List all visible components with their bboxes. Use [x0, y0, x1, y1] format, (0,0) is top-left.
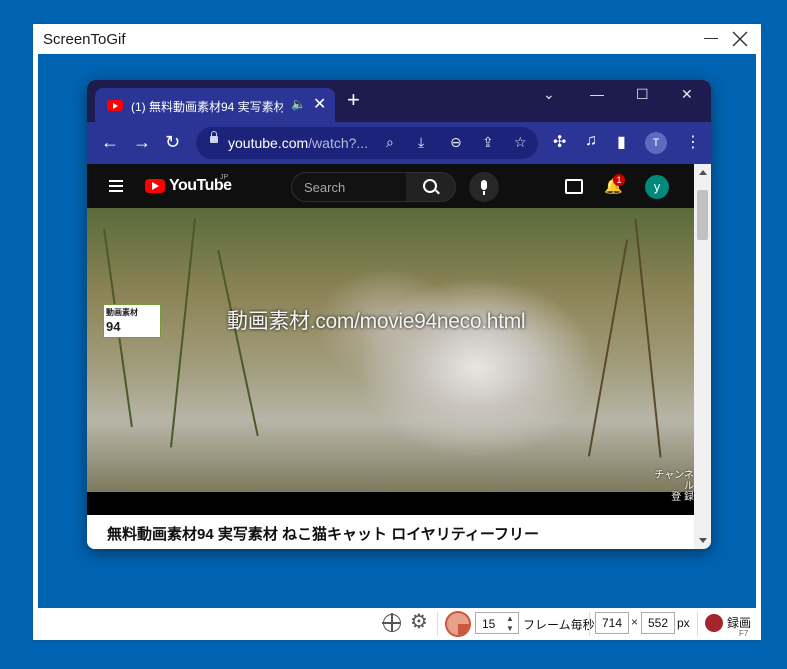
search-button[interactable]: [406, 172, 456, 202]
control-bar: ⚙ 15 ▲ ▼ フレーム毎秒 714 × 552 px 録画 F7: [33, 608, 761, 640]
search-input[interactable]: Search: [291, 172, 408, 202]
video-caption: 動画素材.com/movie94neco.html: [227, 310, 526, 333]
video-info: 無料動画素材94 実写素材 ねこ猫キャット ロイヤリティーフリー: [87, 515, 694, 549]
url-host: youtube.com: [228, 135, 309, 151]
search-placeholder: Search: [304, 180, 346, 195]
recording-area: (1) 無料動画素材94 実写素材 ねこ猫キャット ロイヤリティーフリー 🔈 ✕…: [38, 54, 756, 608]
spin-up-icon[interactable]: ▲: [506, 614, 514, 623]
fps-stepper[interactable]: 15 ▲ ▼: [475, 612, 519, 634]
bookmark-star-icon[interactable]: ☆: [514, 134, 527, 151]
youtube-logo-icon[interactable]: [145, 179, 165, 193]
profile-avatar[interactable]: T: [645, 132, 667, 154]
title-bar: ScreenToGif: [33, 24, 761, 54]
tab-search-icon[interactable]: ⌄: [543, 86, 555, 103]
scroll-up-icon[interactable]: [699, 170, 707, 175]
user-avatar[interactable]: y: [645, 175, 669, 199]
separator: [589, 612, 590, 636]
page-scrollbar[interactable]: [694, 164, 711, 549]
url-path: /watch?...: [308, 135, 369, 151]
video-frame: 動画素材 94 動画素材.com/movie94neco.html チャンネル …: [87, 208, 694, 503]
tab-title: (1) 無料動画素材94 実写素材 ねこ猫キャット ロイヤリティーフリー: [131, 100, 283, 114]
tab-close-icon[interactable]: ✕: [313, 94, 326, 114]
scroll-thumb[interactable]: [697, 190, 708, 240]
browser-toolbar: ← → ↻ youtube.com/watch?... ⌕ ⤓ ⊖ ⇪ ☆ ✣ …: [87, 122, 711, 164]
youtube-favicon-icon: [107, 100, 123, 111]
media-control-icon[interactable]: ♫: [585, 132, 597, 150]
scroll-down-icon[interactable]: [699, 538, 707, 543]
times-label: ×: [631, 615, 639, 629]
fps-label: フレーム毎秒: [523, 618, 595, 632]
address-bar[interactable]: youtube.com/watch?... ⌕ ⤓ ⊖ ⇪ ☆: [196, 127, 538, 159]
extensions-icon[interactable]: ✣: [553, 132, 566, 152]
speaker-icon[interactable]: 🔈: [291, 97, 306, 111]
window-title: ScreenToGif: [43, 31, 126, 48]
forward-icon[interactable]: →: [133, 132, 151, 152]
crosshair-icon[interactable]: [382, 613, 401, 632]
spin-down-icon[interactable]: ▼: [506, 624, 514, 633]
search-icon[interactable]: ⌕: [386, 134, 394, 151]
video-channel-logo: 動画素材 94: [103, 304, 161, 338]
side-panel-icon[interactable]: ▮: [617, 132, 626, 152]
gear-icon[interactable]: ⚙: [410, 612, 428, 632]
hamburger-menu-icon[interactable]: [109, 180, 123, 195]
maximize-icon[interactable]: ☐: [636, 86, 649, 103]
record-shortcut: F7: [739, 629, 749, 638]
video-player[interactable]: 動画素材 94 動画素材.com/movie94neco.html チャンネル …: [87, 208, 694, 515]
fps-value[interactable]: 15: [482, 617, 495, 631]
subscribe-watermark[interactable]: チャンネル 登 録: [654, 470, 694, 503]
fps-dial-icon[interactable]: [445, 611, 471, 637]
record-icon[interactable]: [705, 614, 723, 632]
close-icon[interactable]: ✕: [681, 86, 693, 103]
minimize-button[interactable]: [704, 38, 718, 39]
zoom-icon[interactable]: ⊖: [450, 134, 462, 151]
url-text[interactable]: youtube.com/watch?...: [228, 135, 368, 151]
separator: [697, 612, 698, 636]
magnifier-icon: [423, 179, 437, 193]
screentogif-window: ScreenToGif (1) 無料動画素材94 実写素材 ねこ猫キャット ロイ…: [33, 24, 761, 640]
close-button[interactable]: [731, 30, 749, 48]
region-label: JP: [220, 174, 229, 181]
tab-youtube[interactable]: (1) 無料動画素材94 実写素材 ねこ猫キャット ロイヤリティーフリー 🔈 ✕: [95, 88, 335, 122]
menu-icon[interactable]: ⋮: [685, 132, 701, 152]
height-field[interactable]: 552: [641, 612, 675, 634]
width-field[interactable]: 714: [595, 612, 629, 634]
install-icon[interactable]: ⤓: [418, 134, 424, 151]
share-icon[interactable]: ⇪: [482, 134, 494, 151]
minimize-icon[interactable]: —: [590, 86, 604, 102]
tab-strip: (1) 無料動画素材94 実写素材 ねこ猫キャット ロイヤリティーフリー 🔈 ✕…: [87, 80, 711, 122]
notification-badge: 1: [613, 174, 625, 186]
video-title: 無料動画素材94 実写素材 ねこ猫キャット ロイヤリティーフリー: [107, 526, 539, 543]
browser-window: (1) 無料動画素材94 実写素材 ねこ猫キャット ロイヤリティーフリー 🔈 ✕…: [87, 80, 711, 549]
create-video-icon[interactable]: [565, 179, 583, 194]
unit-label: px: [677, 616, 690, 630]
back-icon[interactable]: ←: [101, 132, 119, 152]
reload-icon[interactable]: ↻: [165, 132, 180, 152]
new-tab-button[interactable]: +: [347, 89, 360, 111]
youtube-header: YouTube JP Search 🔔 1 y: [87, 164, 694, 208]
microphone-icon[interactable]: [469, 172, 499, 202]
separator: [437, 612, 438, 636]
lock-icon[interactable]: [210, 131, 218, 143]
